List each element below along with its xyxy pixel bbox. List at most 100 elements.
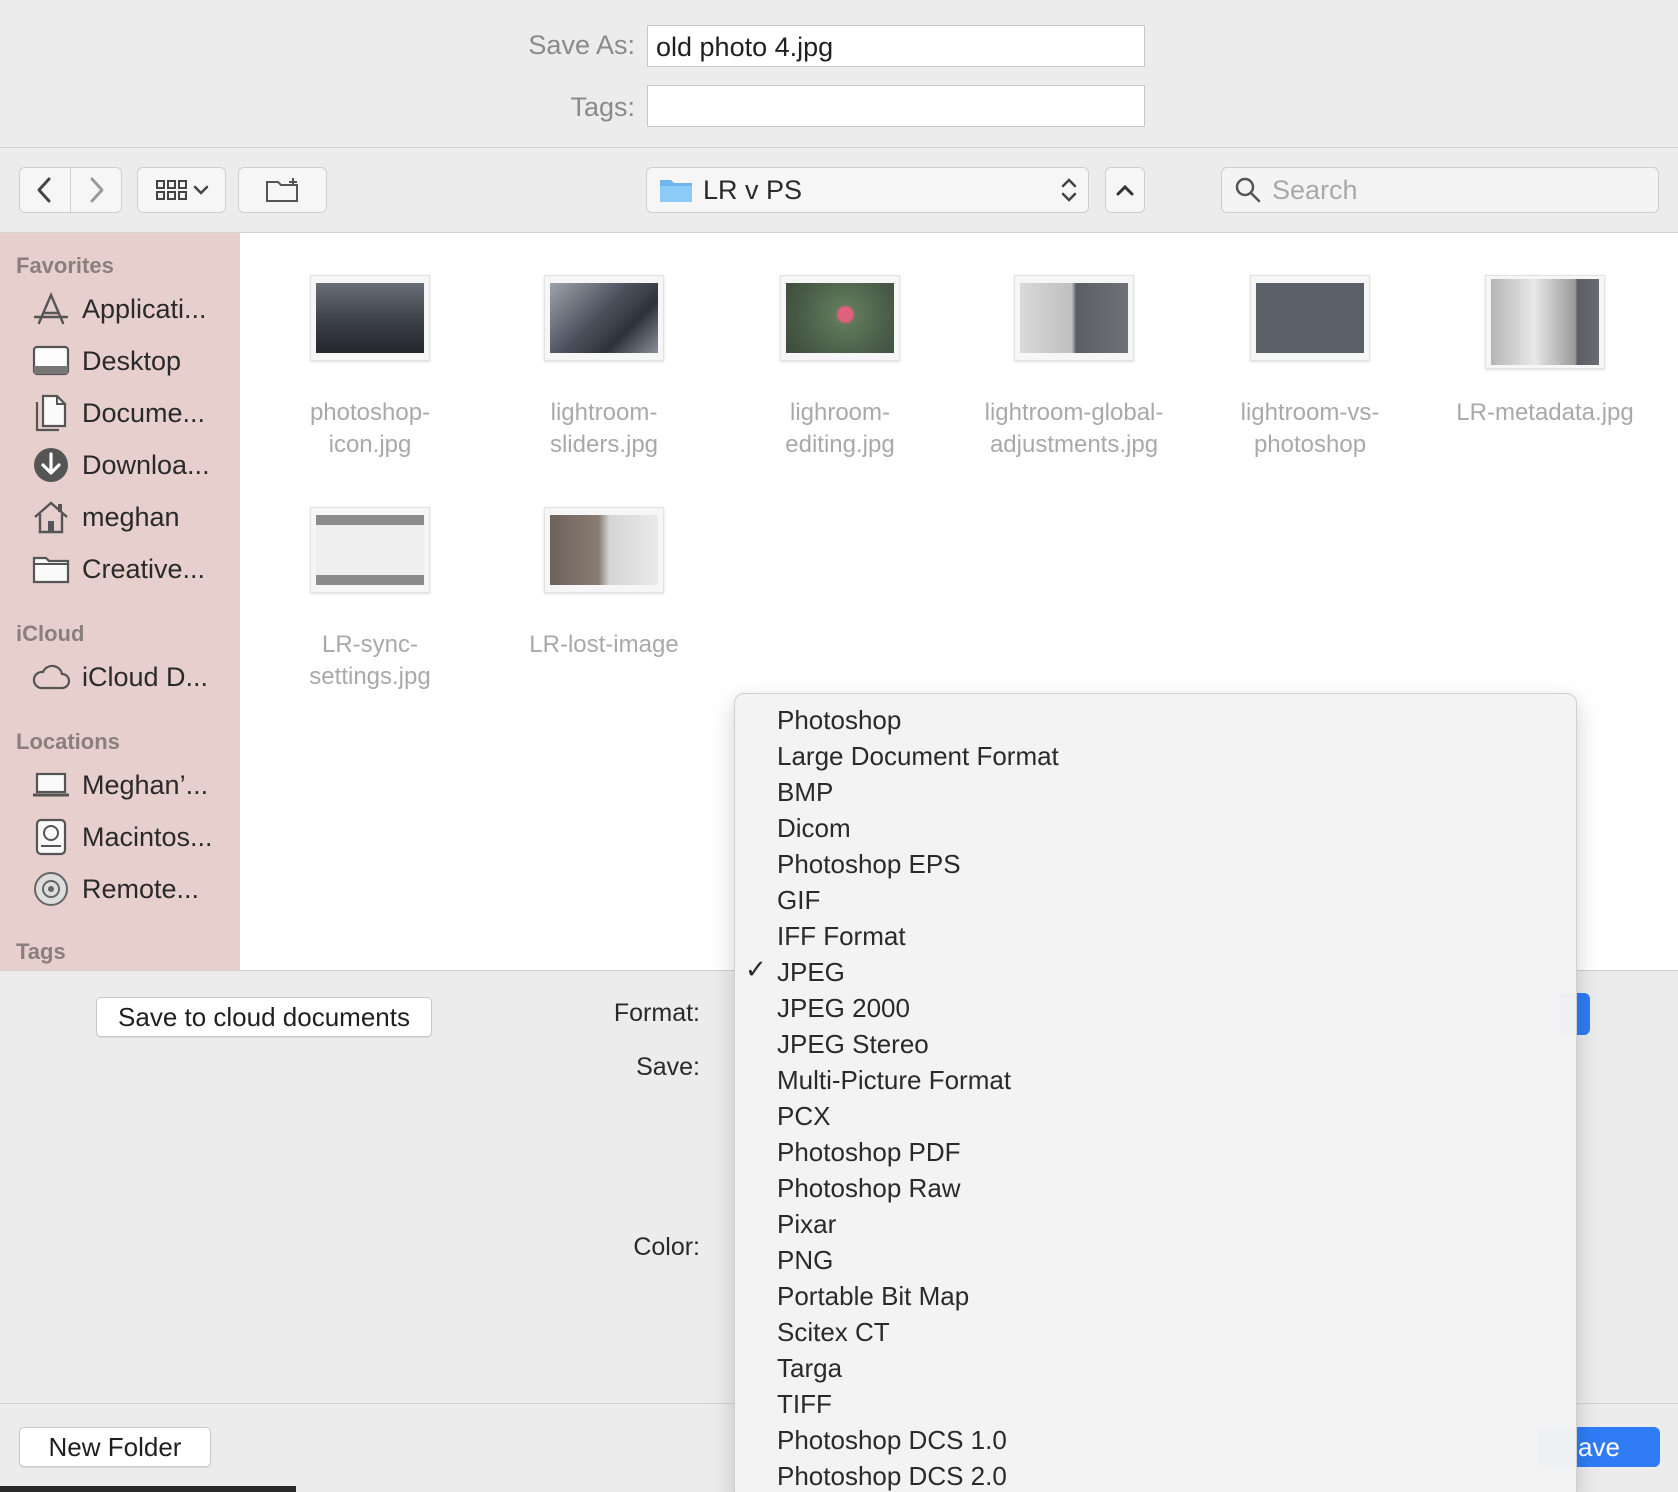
file-name: lightroom- [550,399,658,426]
menu-item[interactable]: Photoshop EPS [777,846,961,882]
downloads-icon [30,446,72,484]
file-thumbnail [310,507,430,593]
save-as-input[interactable]: old photo 4.jpg [647,25,1145,67]
tags-input[interactable] [647,85,1145,127]
file-thumbnail [544,507,664,593]
back-button[interactable] [19,167,71,213]
checkmark-icon: ✓ [745,954,767,984]
menu-item[interactable]: TIFF [777,1386,832,1422]
sidebar-item-label: meghan [82,501,180,532]
sidebar-item-label: Macintos... [82,821,213,852]
file-name: LR-sync- [321,631,418,658]
file-item[interactable]: LR-metadata.jpg [1430,275,1660,429]
save-button-label: ave [1578,1431,1620,1462]
file-name: icon.jpg [328,431,412,458]
sidebar-item-label: Meghan’... [82,769,209,800]
sidebar-item-home[interactable]: meghan [30,495,180,539]
menu-item[interactable]: Photoshop Raw [777,1170,961,1206]
file-thumbnail [780,275,900,361]
icloud-header: iCloud [16,621,85,646]
menu-item[interactable]: PNG [777,1242,833,1278]
menu-item[interactable]: Large Document Format [777,738,1059,774]
chevron-right-icon [90,177,104,203]
file-name: settings.jpg [309,663,431,690]
file-item[interactable]: LR-lost-image [489,507,719,661]
sidebar-item-desktop[interactable]: Desktop [30,339,181,383]
new-folder-icon [265,178,298,202]
new-folder-button[interactable]: New Folder [19,1427,211,1467]
sidebar-item-creative[interactable]: Creative... [30,547,205,591]
chevron-left-icon [37,177,51,203]
save-to-cloud-button[interactable]: Save to cloud documents [96,997,432,1037]
folder-icon [660,180,692,202]
file-thumbnail [544,275,664,361]
menu-item[interactable]: Photoshop DCS 1.0 [777,1422,1007,1458]
forward-button[interactable] [70,167,122,213]
format-label: Format: [613,999,700,1027]
chevron-up-icon [1116,184,1134,196]
menu-item[interactable]: GIF [777,882,820,918]
sidebar-item-applications[interactable]: Applicati... [30,287,207,331]
sidebar-item-label: Applicati... [82,293,207,324]
search-placeholder: Search [1272,174,1358,205]
menu-item-selected[interactable]: JPEG [777,954,845,990]
menu-item[interactable]: Targa [777,1350,842,1386]
new-folder-toolbar-button[interactable] [238,167,327,213]
menu-item[interactable]: Portable Bit Map [777,1278,969,1314]
menu-item[interactable]: JPEG Stereo [777,1026,929,1062]
sidebar-item-laptop[interactable]: Meghan’... [30,763,208,807]
file-item[interactable]: photoshop-icon.jpg [255,275,485,461]
file-name: adjustments.jpg [989,431,1159,458]
sidebar-item-remote[interactable]: Remote... [30,867,199,911]
menu-item[interactable]: Photoshop [777,702,901,738]
file-thumbnail [310,275,430,361]
menu-item[interactable]: Photoshop PDF [777,1134,961,1170]
cloud-icon [30,658,72,696]
disc-icon [30,870,72,908]
file-thumbnail [1250,275,1370,361]
sidebar-item-label: Creative... [82,553,206,584]
laptop-icon [30,766,72,804]
hard-drive-icon [30,818,72,856]
grid-view-icon [155,180,187,200]
tags-header: Tags [16,939,66,964]
chevron-down-icon [193,185,208,195]
file-item[interactable]: lightroom-sliders.jpg [489,275,719,461]
expand-collapse-button[interactable] [1105,167,1145,213]
location-label: LR v PS [703,174,803,205]
desktop-icon [30,342,72,380]
file-name: photoshop- [309,399,431,426]
file-item[interactable]: lightroom-vs-photoshop [1195,275,1425,461]
location-popup[interactable]: LR v PS [646,167,1089,213]
menu-item[interactable]: BMP [777,774,833,810]
sidebar-item-icloud-drive[interactable]: iCloud D... [30,655,208,699]
favorites-header: Favorites [16,253,114,278]
sidebar-item-macintosh[interactable]: Macintos... [30,815,213,859]
menu-item[interactable]: Multi-Picture Format [777,1062,1011,1098]
menu-item[interactable]: PCX [777,1098,830,1134]
file-name: lighroom- [789,399,891,426]
menu-item[interactable]: IFF Format [777,918,906,954]
sidebar-item-label: Desktop [82,345,182,376]
sidebar-item-documents[interactable]: Docume... [30,391,205,435]
file-item[interactable]: lightroom-global-adjustments.jpg [959,275,1189,461]
menu-item[interactable]: Pixar [777,1206,836,1242]
menu-item[interactable]: Photoshop DCS 2.0 [777,1458,1007,1492]
applications-icon [30,290,72,328]
sidebar-item-downloads[interactable]: Downloa... [30,443,210,487]
file-name: LR-lost-image [529,631,679,658]
search-field[interactable]: Search [1221,167,1659,213]
sidebar-item-label: Docume... [82,397,206,428]
locations-header: Locations [16,729,120,754]
menu-item[interactable]: JPEG 2000 [777,990,910,1026]
file-thumbnail [1014,275,1134,361]
file-name: photoshop [1253,431,1367,458]
sidebar-item-label: Downloa... [82,449,210,480]
view-options-button[interactable] [137,167,226,213]
file-item[interactable]: lighroom-editing.jpg [725,275,955,461]
save-options-label: Save: [636,1053,700,1081]
menu-item[interactable]: Scitex CT [777,1314,890,1350]
menu-item[interactable]: Dicom [777,810,851,846]
save-as-label: Save As: [528,30,635,60]
file-item[interactable]: LR-sync-settings.jpg [255,507,485,693]
